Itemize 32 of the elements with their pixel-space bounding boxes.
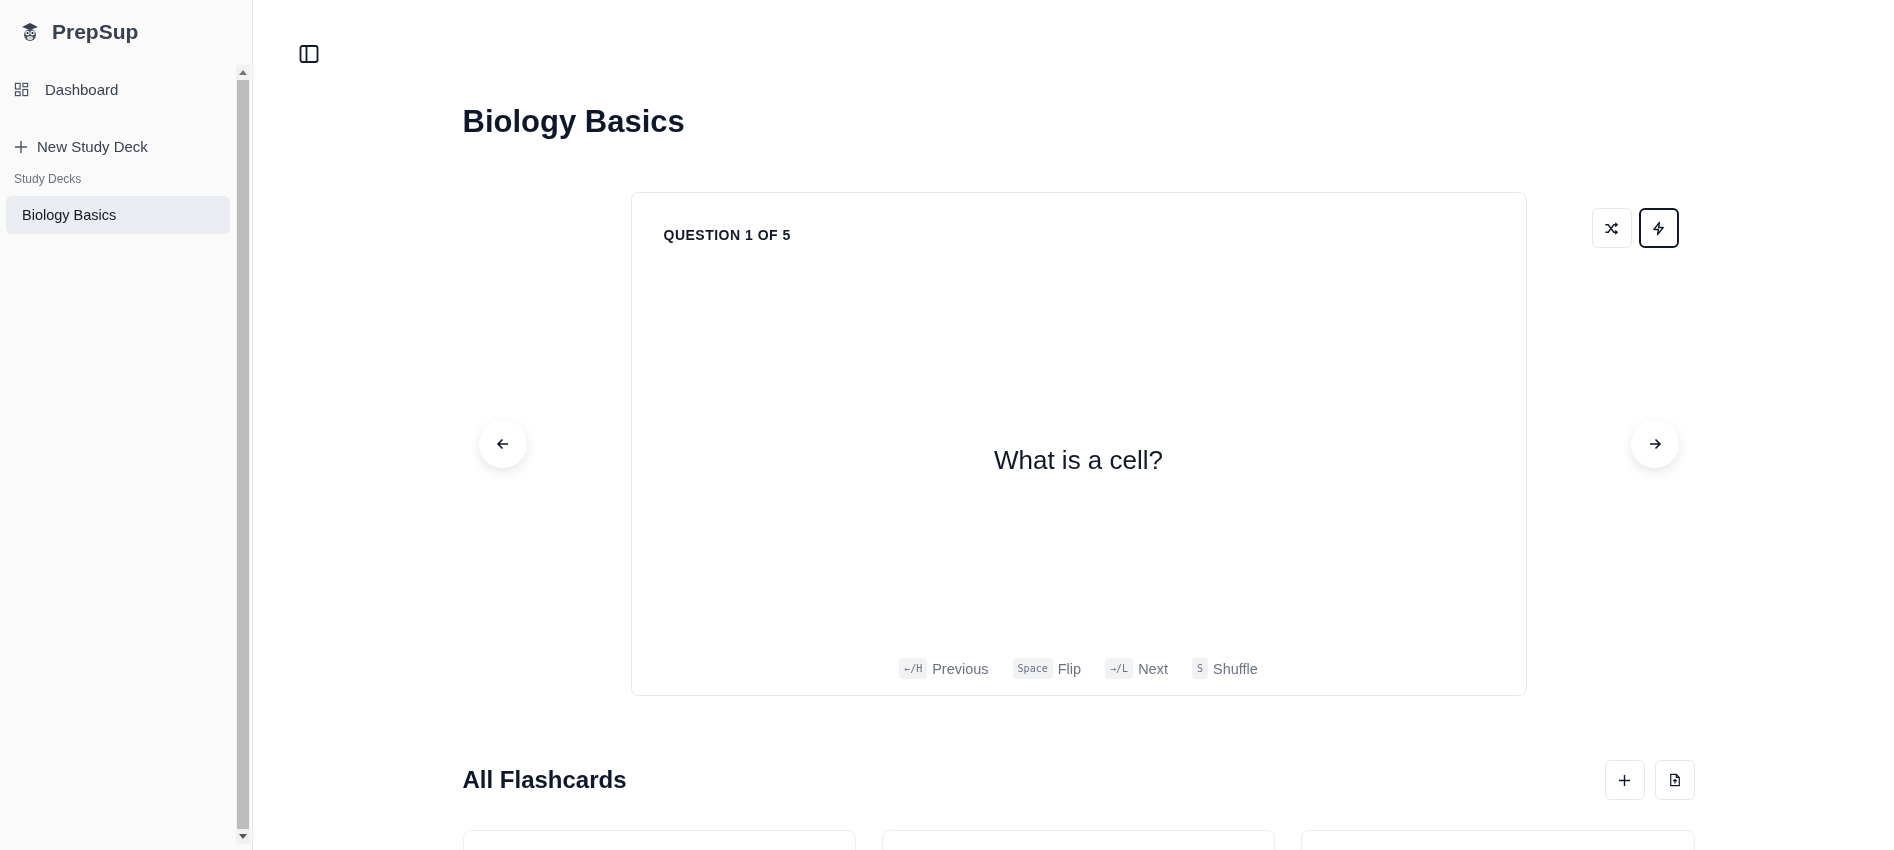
flashcard[interactable]: QUESTION 1 OF 5 What is a cell? ←/H Previous Space Flip →/L Next S Shuffle (630, 192, 1527, 696)
shortcut-label: Flip (1057, 660, 1082, 677)
page-title: Biology Basics (462, 104, 686, 140)
shortcut-label: Previous (932, 660, 989, 677)
plus-icon (14, 139, 28, 154)
scrollbar[interactable] (236, 65, 250, 844)
file-upload-icon (1668, 773, 1681, 787)
key-hint: Space (1012, 658, 1053, 679)
grid-icon (14, 82, 29, 97)
deck-item[interactable]: Biology Basics (6, 196, 230, 234)
key-hint: S (1191, 658, 1208, 679)
question-counter: QUESTION 1 OF 5 (663, 227, 792, 243)
owl-logo-icon (20, 22, 40, 42)
key-hint: ←/H (899, 658, 928, 679)
section-label: Study Decks (13, 171, 83, 188)
question-text: What is a cell? (992, 444, 1165, 477)
plus-icon (1618, 773, 1631, 787)
upload-button[interactable] (1654, 760, 1695, 800)
nav-item[interactable]: Dashboard (6, 70, 230, 109)
add-button[interactable] (1604, 760, 1645, 800)
shortcut-label: Shuffle (1213, 660, 1258, 677)
section-title: All Flashcards (462, 766, 627, 794)
new-deck-link[interactable]: New Study Deck (6, 127, 230, 166)
left-arrow-icon (494, 436, 511, 452)
sidebar-toggle-icon[interactable] (297, 42, 321, 66)
shortcut-label: Next (1138, 660, 1168, 677)
shuffle-icon (1604, 220, 1619, 236)
shuffle-button[interactable] (1591, 208, 1632, 248)
app-name: PrepSup (52, 20, 139, 44)
key-hint: →/L (1105, 658, 1134, 679)
lightning-icon (1651, 220, 1666, 236)
lightning-button[interactable] (1638, 208, 1679, 248)
